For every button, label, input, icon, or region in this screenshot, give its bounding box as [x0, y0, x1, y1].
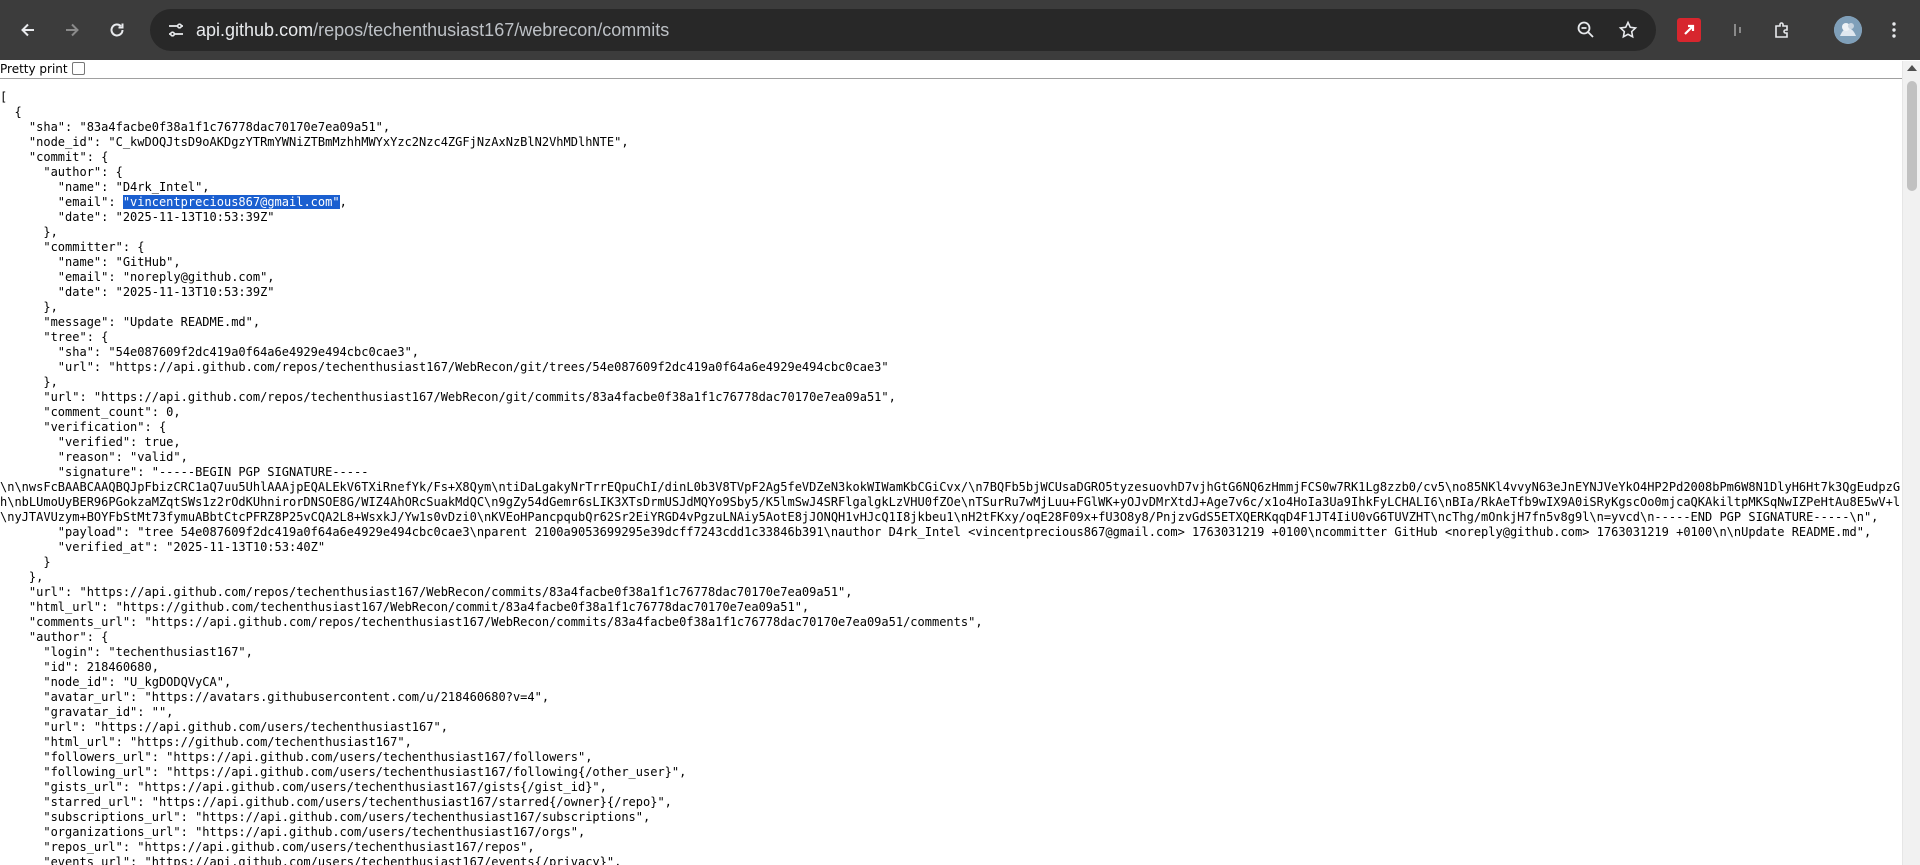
back-icon[interactable] [12, 14, 44, 46]
profile-avatar[interactable] [1834, 16, 1862, 44]
address-bar-url[interactable]: api.github.com/repos/techenthusiast167/w… [196, 20, 669, 41]
json-content: [ { "sha": "83a4facbe0f38a1f1c76778dac70… [0, 90, 1900, 865]
json-email-key: "email": [0, 195, 123, 209]
more-menu-icon[interactable] [1878, 14, 1910, 46]
browser-toolbar: api.github.com/repos/techenthusiast167/w… [0, 0, 1920, 60]
scrollbar-thumb[interactable] [1907, 81, 1917, 191]
pretty-print-checkbox[interactable] [71, 62, 85, 75]
json-lines-after: "date": "2025-11-13T10:53:39Z" }, "commi… [0, 210, 1900, 865]
selected-email-value[interactable]: "vincentprecious867@gmail.com" [122, 195, 340, 209]
address-bar[interactable]: api.github.com/repos/techenthusiast167/w… [150, 9, 1656, 51]
extensions-puzzle-icon[interactable] [1766, 14, 1798, 46]
site-settings-icon[interactable] [160, 14, 192, 46]
url-path: /repos/techenthusiast167/webrecon/commit… [313, 20, 670, 40]
pretty-print-bar: Pretty print [0, 60, 1920, 79]
forward-icon[interactable] [56, 14, 88, 46]
json-email-line: "email": "vincentprecious867@gmail.com", [0, 195, 347, 209]
tab-search-icon[interactable] [1722, 14, 1754, 46]
json-lines-before: [ { "sha": "83a4facbe0f38a1f1c76778dac70… [0, 90, 629, 194]
vertical-scrollbar[interactable] [1902, 61, 1920, 865]
json-email-comma: , [339, 195, 347, 209]
zoom-icon[interactable] [1570, 14, 1602, 46]
pretty-print-label[interactable]: Pretty print [0, 62, 85, 76]
url-host: api.github.com [196, 20, 314, 40]
extension-red-icon[interactable] [1677, 18, 1701, 42]
reload-icon[interactable] [101, 14, 133, 46]
bookmark-star-icon[interactable] [1612, 14, 1644, 46]
pretty-print-text: Pretty print [0, 62, 68, 76]
scroll-up-arrow-icon[interactable] [1907, 65, 1917, 71]
